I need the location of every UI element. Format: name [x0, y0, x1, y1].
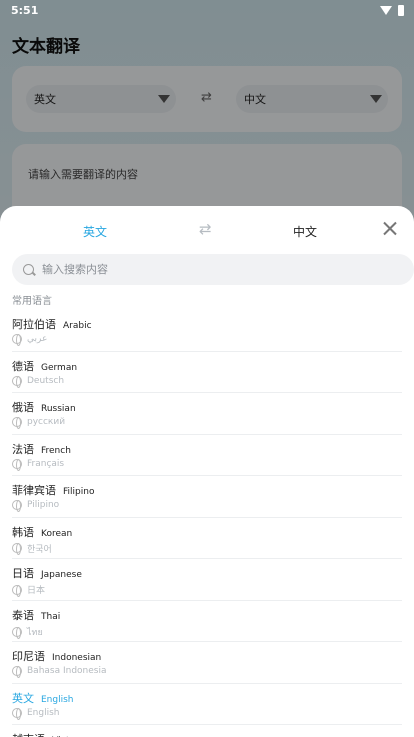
language-name-zh: 日语 [12, 567, 34, 580]
language-name-en: German [41, 362, 78, 373]
globe-icon [12, 375, 22, 388]
globe-icon [12, 707, 22, 720]
language-native-name: 한국어 [27, 544, 52, 555]
language-native-name: ไทย [27, 627, 43, 638]
language-native-name: Deutsch [27, 375, 65, 386]
search-box[interactable] [12, 254, 414, 285]
language-name-en: Arabic [63, 321, 92, 331]
language-name-en: Japanese [41, 570, 82, 580]
language-name-en: Korean [41, 528, 73, 539]
language-item[interactable]: 英文 English English [12, 684, 402, 725]
language-item[interactable]: 印尼语 Indonesian Bahasa Indonesia [12, 642, 402, 684]
globe-icon [12, 543, 22, 555]
language-item[interactable]: 菲律宾语 Filipino Pilipino [12, 476, 402, 518]
language-native-name: Français [27, 458, 65, 469]
language-name-en: Russian [41, 404, 76, 414]
language-name-zh: 阿拉伯语 [12, 318, 56, 331]
globe-icon [12, 458, 22, 471]
globe-icon [12, 500, 22, 512]
battery-icon [398, 4, 404, 16]
language-native-name: English [27, 707, 60, 718]
language-item[interactable]: 越南语Vietnamese [12, 725, 402, 737]
close-icon[interactable] [380, 219, 400, 239]
language-picker-sheet: 英文 ⇄ 中文 常用语言 阿拉伯语 Arabic عربي 德语 German Deuts… [0, 206, 414, 737]
language-native-name: русский [27, 417, 66, 427]
wifi-icon [380, 5, 392, 15]
language-name-zh: 泰语 [12, 608, 34, 622]
search-input[interactable] [42, 259, 402, 280]
language-name-en: Indonesian [52, 653, 102, 663]
globe-icon [12, 584, 22, 597]
language-name-en: French [41, 445, 71, 456]
language-name-zh: 菲律宾语 [12, 484, 56, 497]
language-name-zh: 印尼语 [12, 650, 45, 663]
swap-icon[interactable]: ⇄ [199, 220, 212, 238]
language-name-zh: 英文 [12, 691, 34, 705]
language-name-en: English [41, 694, 74, 705]
language-item[interactable]: 阿拉伯语 Arabic عربي [12, 310, 402, 352]
language-item[interactable]: 俄语 Russian русский [12, 393, 402, 435]
language-name-en: Filipino [63, 487, 95, 497]
status-bar: 5:51 [0, 0, 414, 20]
language-native-name: Pilipino [27, 500, 60, 510]
language-name-en: Thai [41, 611, 61, 622]
language-item[interactable]: 韩语 Korean 한국어 [12, 518, 402, 559]
globe-icon [12, 334, 22, 346]
language-native-name: 日本 [27, 586, 46, 596]
language-name-zh: 法语 [12, 442, 34, 456]
section-label-common-languages: 常用语言 [12, 296, 52, 307]
language-name-zh: 越南语 [12, 731, 45, 737]
language-native-name: Bahasa Indonesia [27, 666, 107, 676]
globe-icon [12, 417, 22, 429]
language-name-zh: 俄语 [12, 401, 34, 414]
language-native-name: عربي [27, 334, 48, 344]
language-name-zh: 韩语 [12, 525, 34, 539]
language-item[interactable]: 法语 French Français [12, 435, 402, 476]
search-icon [23, 264, 34, 275]
globe-icon [12, 626, 22, 639]
tab-target-language[interactable]: 中文 [293, 223, 317, 240]
language-item[interactable]: 日语 Japanese 日本 [12, 559, 402, 601]
tab-source-language[interactable]: 英文 [83, 223, 107, 240]
status-time: 5:51 [11, 3, 39, 17]
language-list: 阿拉伯语 Arabic عربي 德语 German Deutsch 俄语 Russian ру… [0, 310, 414, 737]
sheet-header: 英文 ⇄ 中文 [0, 206, 414, 254]
language-item[interactable]: 泰语 Thai ไทย [12, 601, 402, 642]
language-item[interactable]: 德语 German Deutsch [12, 352, 402, 393]
language-name-zh: 德语 [12, 359, 34, 373]
globe-icon [12, 666, 22, 678]
